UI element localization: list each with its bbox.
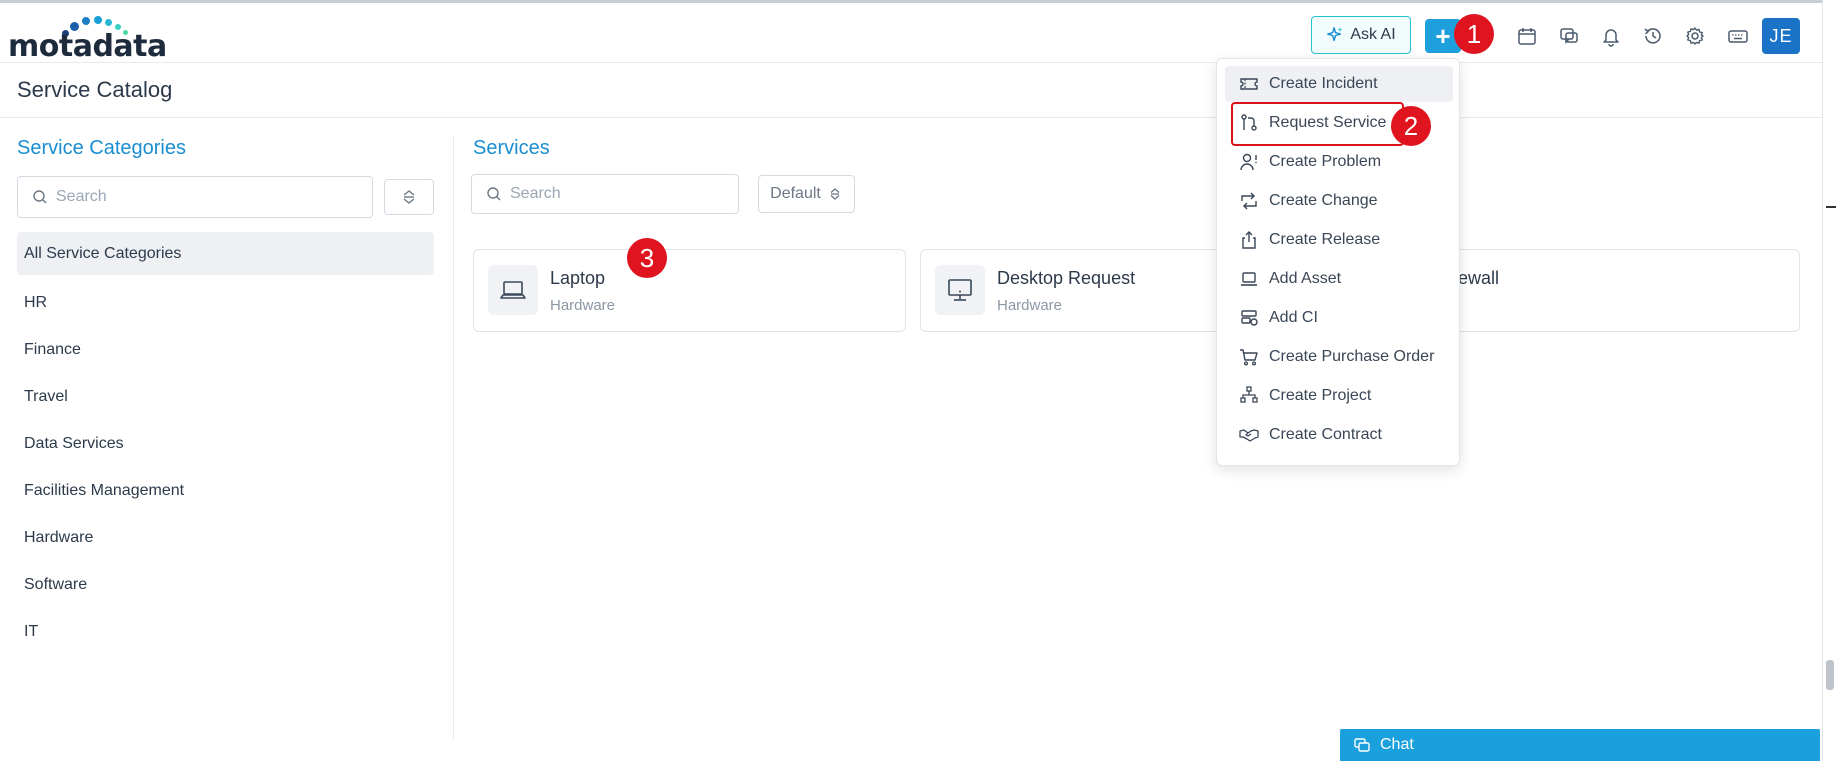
category-item-it[interactable]: IT	[17, 608, 434, 655]
category-search-input[interactable]: Search	[17, 176, 373, 218]
menu-item-label: Create Problem	[1269, 153, 1382, 170]
logo-dot	[82, 17, 90, 25]
page-title: Service Catalog	[17, 77, 173, 102]
change-icon	[1241, 192, 1257, 210]
menu-item-create-purchase-order[interactable]: Create Purchase Order	[1225, 339, 1453, 375]
motadata-logo[interactable]: motadata	[8, 13, 168, 64]
menu-item-label: Create Contract	[1269, 426, 1382, 443]
service-name: Laptop	[550, 268, 606, 288]
laptop-icon	[488, 265, 538, 315]
menu-item-label: Add CI	[1269, 309, 1318, 326]
category-item-data-services[interactable]: Data Services	[17, 420, 434, 467]
ci-icon	[1241, 310, 1258, 326]
chat-widget-bar[interactable]: Chat	[1340, 729, 1820, 761]
category-item-software[interactable]: Software	[17, 561, 434, 608]
menu-item-create-problem[interactable]: Create Problem	[1225, 144, 1453, 180]
category-item-facilities[interactable]: Facilities Management	[17, 467, 434, 514]
service-card-laptop[interactable]: Laptop Hardware	[473, 249, 906, 332]
search-placeholder: Search	[510, 185, 561, 202]
menu-item-create-project[interactable]: Create Project	[1225, 378, 1453, 414]
category-item-finance[interactable]: Finance	[17, 326, 434, 373]
sparkle-icon	[1327, 27, 1343, 42]
panel-divider	[453, 137, 454, 739]
menu-item-label: Create Purchase Order	[1269, 348, 1435, 365]
logo-wordmark: motadata	[8, 29, 167, 64]
service-name: Desktop Request	[997, 268, 1136, 288]
bell-icon[interactable]	[1600, 25, 1622, 47]
category-item-hr[interactable]: HR	[17, 279, 434, 326]
menu-item-add-ci[interactable]: Add CI	[1225, 300, 1453, 336]
menu-item-label: Create Project	[1269, 387, 1372, 404]
sort-icon	[403, 190, 415, 204]
category-item-travel[interactable]: Travel	[17, 373, 434, 420]
calendar-icon[interactable]	[1516, 25, 1538, 47]
project-icon	[1240, 386, 1258, 403]
menu-item-label: Create Incident	[1269, 75, 1378, 92]
menu-item-create-release[interactable]: Create Release	[1225, 222, 1453, 258]
logo-dot	[105, 19, 112, 26]
ticket-icon	[1240, 78, 1258, 90]
sort-icon	[830, 188, 840, 200]
service-category: Hardware	[997, 297, 1063, 314]
category-item-hardware[interactable]: Hardware	[17, 514, 434, 561]
scrollbar-thumb[interactable]	[1826, 660, 1834, 690]
step-badge-2: 2	[1391, 106, 1431, 146]
sort-label: Default	[770, 185, 821, 202]
menu-item-label: Create Change	[1269, 192, 1378, 209]
services-heading: Services	[473, 137, 550, 159]
search-icon	[487, 187, 501, 201]
category-list: All Service Categories HR Finance Travel…	[17, 232, 434, 655]
menu-item-create-incident[interactable]: Create Incident	[1225, 66, 1453, 102]
menu-item-create-change[interactable]: Create Change	[1225, 183, 1453, 219]
categories-heading: Service Categories	[17, 137, 186, 159]
top-bar: motadata Ask AI + JE	[0, 3, 1822, 64]
chat-icon[interactable]	[1558, 25, 1580, 47]
release-icon	[1242, 231, 1256, 249]
menu-item-label: Create Release	[1269, 231, 1381, 248]
menu-item-label: Add Asset	[1269, 270, 1342, 287]
user-avatar[interactable]: JE	[1762, 18, 1800, 54]
scroll-marker	[1826, 206, 1836, 208]
keyboard-icon[interactable]	[1727, 25, 1749, 47]
step-badge-3: 3	[627, 238, 667, 278]
service-category: Hardware	[550, 297, 616, 314]
search-icon	[33, 190, 47, 204]
category-sort-button[interactable]	[384, 179, 434, 215]
cart-icon	[1240, 349, 1258, 366]
request-service-highlight	[1231, 102, 1404, 146]
ask-ai-label: Ask AI	[1350, 26, 1396, 43]
menu-item-create-contract[interactable]: Create Contract	[1225, 417, 1453, 453]
service-search-input[interactable]: Search	[471, 174, 739, 214]
problem-icon	[1240, 153, 1257, 171]
handshake-icon	[1239, 429, 1259, 442]
step-badge-1: 1	[1454, 14, 1494, 54]
chat-label: Chat	[1380, 736, 1414, 753]
chat-icon	[1354, 738, 1370, 752]
category-item-all[interactable]: All Service Categories	[17, 232, 434, 275]
asset-icon	[1241, 272, 1257, 286]
ask-ai-button[interactable]: Ask AI	[1311, 16, 1411, 54]
menu-item-add-asset[interactable]: Add Asset	[1225, 261, 1453, 297]
history-icon[interactable]	[1642, 25, 1664, 47]
logo-dot	[94, 16, 102, 24]
sort-dropdown[interactable]: Default	[758, 175, 855, 213]
gear-icon[interactable]	[1684, 25, 1706, 47]
scrollbar-track[interactable]	[1822, 0, 1836, 761]
desktop-icon	[935, 265, 985, 315]
divider	[0, 117, 1822, 118]
search-placeholder: Search	[56, 188, 107, 205]
